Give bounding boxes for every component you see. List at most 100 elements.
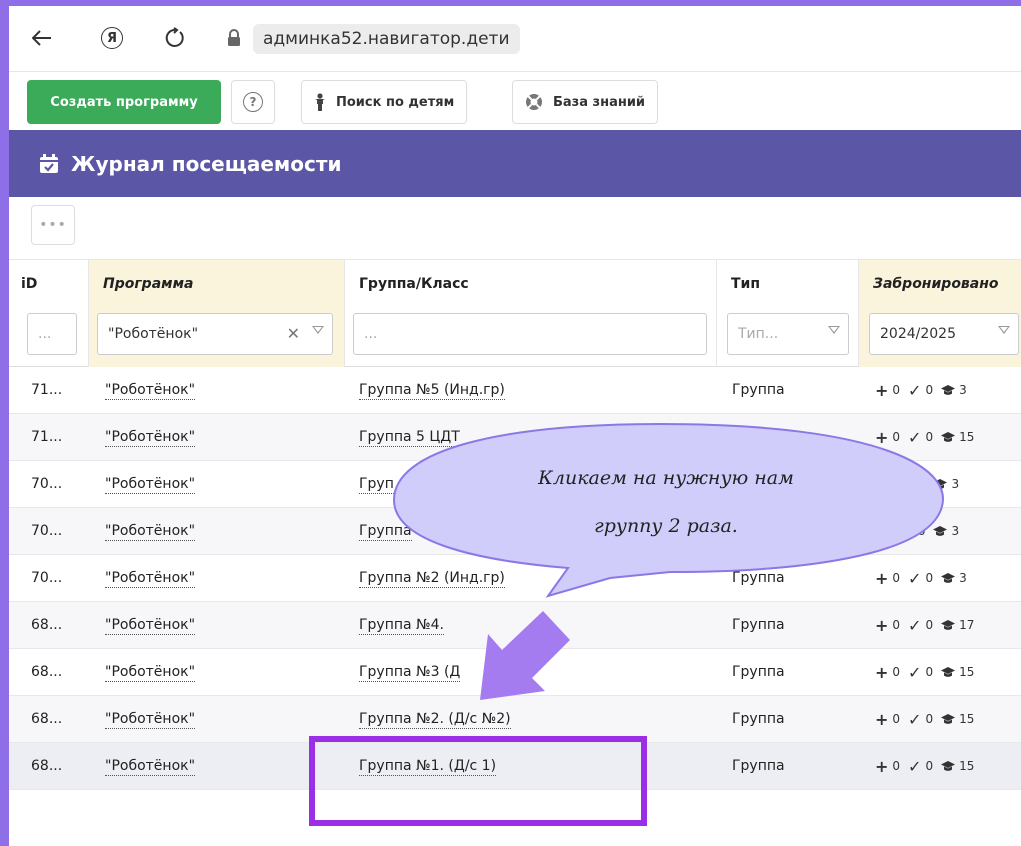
highlight-box: [309, 736, 647, 826]
row-id: 70...: [31, 523, 63, 539]
confirmed-count: 0: [925, 383, 934, 397]
column-program-label[interactable]: Программа: [103, 276, 193, 292]
table-row[interactable]: 71... "Роботёнок" Группа 5 ЦДТ Группа +0 ✓ 0 15: [9, 414, 1021, 461]
program-filter-select[interactable]: "Роботёнок" ✕: [97, 313, 333, 355]
reload-icon[interactable]: [161, 25, 187, 51]
page-title: Журнал посещаемости: [71, 151, 342, 176]
row-id: 71...: [31, 382, 63, 398]
graduation-cap-icon: 3: [933, 524, 959, 538]
group-filter-input[interactable]: ...: [353, 313, 707, 355]
help-button[interactable]: ?: [231, 80, 275, 124]
students-count: 3: [951, 477, 960, 491]
confirmed-count: 0: [925, 759, 934, 773]
graduation-cap-icon: 15: [941, 665, 974, 679]
table-row[interactable]: 68... "Роботёнок" Группа №3 (Д Группа +0 ✓ 0 15: [9, 649, 1021, 696]
row-program-link[interactable]: "Роботёнок": [105, 569, 196, 588]
graduation-cap-icon: 15: [941, 430, 974, 444]
yandex-icon[interactable]: Я: [101, 27, 123, 49]
row-booking-stats: +0 ✓ 0 15: [875, 696, 982, 742]
column-type-label[interactable]: Тип: [731, 276, 760, 292]
confirmed-count: 0: [925, 571, 934, 585]
row-program-link[interactable]: "Роботёнок": [105, 757, 196, 776]
plus-icon: +0: [875, 427, 901, 447]
students-count: 15: [959, 759, 975, 773]
students-count: 17: [959, 618, 975, 632]
column-id: iD ...: [9, 260, 89, 368]
graduation-cap-icon: 15: [941, 712, 974, 726]
table-row[interactable]: 70... "Роботёнок" Группа №2 (Инд.гр) Группа…: [9, 555, 1021, 602]
row-group-link[interactable]: Группа №2 (Инд.гр): [359, 569, 505, 588]
program-filter-value: "Роботёнок": [108, 326, 199, 342]
row-group-link[interactable]: Груп: [359, 475, 394, 494]
column-booked-label[interactable]: Забронировано: [873, 276, 999, 292]
browser-bar: Я админка52.навигатор.дети: [9, 6, 1021, 72]
callout-text-line-1: Кликаем на нужную нам: [538, 467, 794, 489]
column-group-label[interactable]: Группа/Класс: [359, 276, 469, 292]
booked-count: 0: [892, 759, 901, 773]
graduation-cap-icon: 3: [941, 571, 967, 585]
plus-icon: +: [875, 474, 889, 494]
booked-count: 0: [892, 712, 901, 726]
row-type: Группа: [732, 664, 785, 680]
knowledge-base-button[interactable]: База знаний: [512, 80, 659, 124]
table-row[interactable]: 71... "Роботёнок" Группа №5 (Инд.гр) Группа…: [9, 367, 1021, 414]
more-options-button[interactable]: •••: [31, 205, 75, 245]
back-arrow-icon[interactable]: [29, 25, 55, 51]
check-icon: ✓ 0: [900, 474, 926, 494]
row-program-link[interactable]: "Роботёнок": [105, 663, 196, 682]
knowledge-base-label: База знаний: [553, 94, 646, 110]
row-id: 68...: [31, 617, 63, 633]
students-count: 3: [959, 383, 967, 397]
plus-icon: +0: [875, 756, 901, 776]
row-group-link[interactable]: Группа: [359, 522, 412, 541]
row-booking-stats: +0 ✓ 0 15: [875, 414, 982, 460]
row-program-link[interactable]: "Роботёнок": [105, 381, 196, 400]
address-bar[interactable]: админка52.навигатор.дети: [253, 24, 520, 54]
check-icon: ✓ 0: [908, 380, 934, 400]
plus-icon: +0: [875, 615, 901, 635]
row-booking-stats: +0 ✓ 0 17: [875, 602, 982, 648]
row-program-link[interactable]: "Роботёнок": [105, 616, 196, 635]
type-filter-select[interactable]: Тип...: [727, 313, 849, 355]
booked-count: 0: [892, 571, 901, 585]
row-program-link[interactable]: "Роботёнок": [105, 522, 196, 541]
row-group-link[interactable]: Группа 5 ЦДТ: [359, 428, 460, 447]
chevron-down-icon[interactable]: [828, 326, 840, 334]
table-body: 71... "Роботёнок" Группа №5 (Инд.гр) Группа…: [9, 367, 1021, 790]
table-row[interactable]: 68... "Роботёнок" Группа №4. Группа +0 ✓ 0 17: [9, 602, 1021, 649]
row-id: 70...: [31, 476, 63, 492]
url-text: админка52.навигатор.дети: [263, 29, 510, 49]
row-id: 71...: [31, 429, 63, 445]
column-id-label[interactable]: iD: [21, 276, 37, 292]
id-filter-input[interactable]: ...: [27, 313, 77, 355]
toolbar: Создать программу ? Поиск по детям База …: [9, 72, 1021, 130]
row-group-link[interactable]: Группа №4.: [359, 616, 444, 635]
confirmed-count: 0: [925, 430, 934, 444]
graduation-cap-icon: 17: [941, 618, 974, 632]
clear-icon[interactable]: ✕: [287, 324, 300, 343]
row-booking-stats: +0 ✓ 0 3: [875, 555, 975, 601]
callout-text-line-2: группу 2 раза.: [594, 515, 738, 537]
booked-count: 0: [892, 665, 901, 679]
create-program-button[interactable]: Создать программу: [27, 80, 221, 124]
chevron-down-icon[interactable]: [998, 326, 1010, 334]
row-group-link[interactable]: Группа №2. (Д/с №2): [359, 710, 511, 729]
row-program-link[interactable]: "Роботёнок": [105, 428, 196, 447]
booked-filter-select[interactable]: 2024/2025: [869, 313, 1019, 355]
row-group-link[interactable]: Группа №3 (Д: [359, 663, 461, 682]
row-group-link[interactable]: Группа №5 (Инд.гр): [359, 381, 505, 400]
plus-icon: +0: [875, 568, 901, 588]
row-program-link[interactable]: "Роботёнок": [105, 710, 196, 729]
row-id: 70...: [31, 570, 63, 586]
booked-filter-value: 2024/2025: [880, 326, 956, 342]
confirmed-count: 0: [917, 524, 926, 538]
graduation-cap-icon: 3: [941, 383, 967, 397]
frame-border-left: [0, 0, 9, 846]
chevron-down-icon[interactable]: [312, 326, 324, 334]
row-booking-stats: + ✓ 0 3: [875, 461, 967, 507]
search-children-button[interactable]: Поиск по детям: [301, 80, 468, 124]
check-icon: ✓ 0: [908, 568, 934, 588]
students-count: 15: [959, 430, 975, 444]
plus-icon: +: [875, 521, 889, 541]
row-program-link[interactable]: "Роботёнок": [105, 475, 196, 494]
